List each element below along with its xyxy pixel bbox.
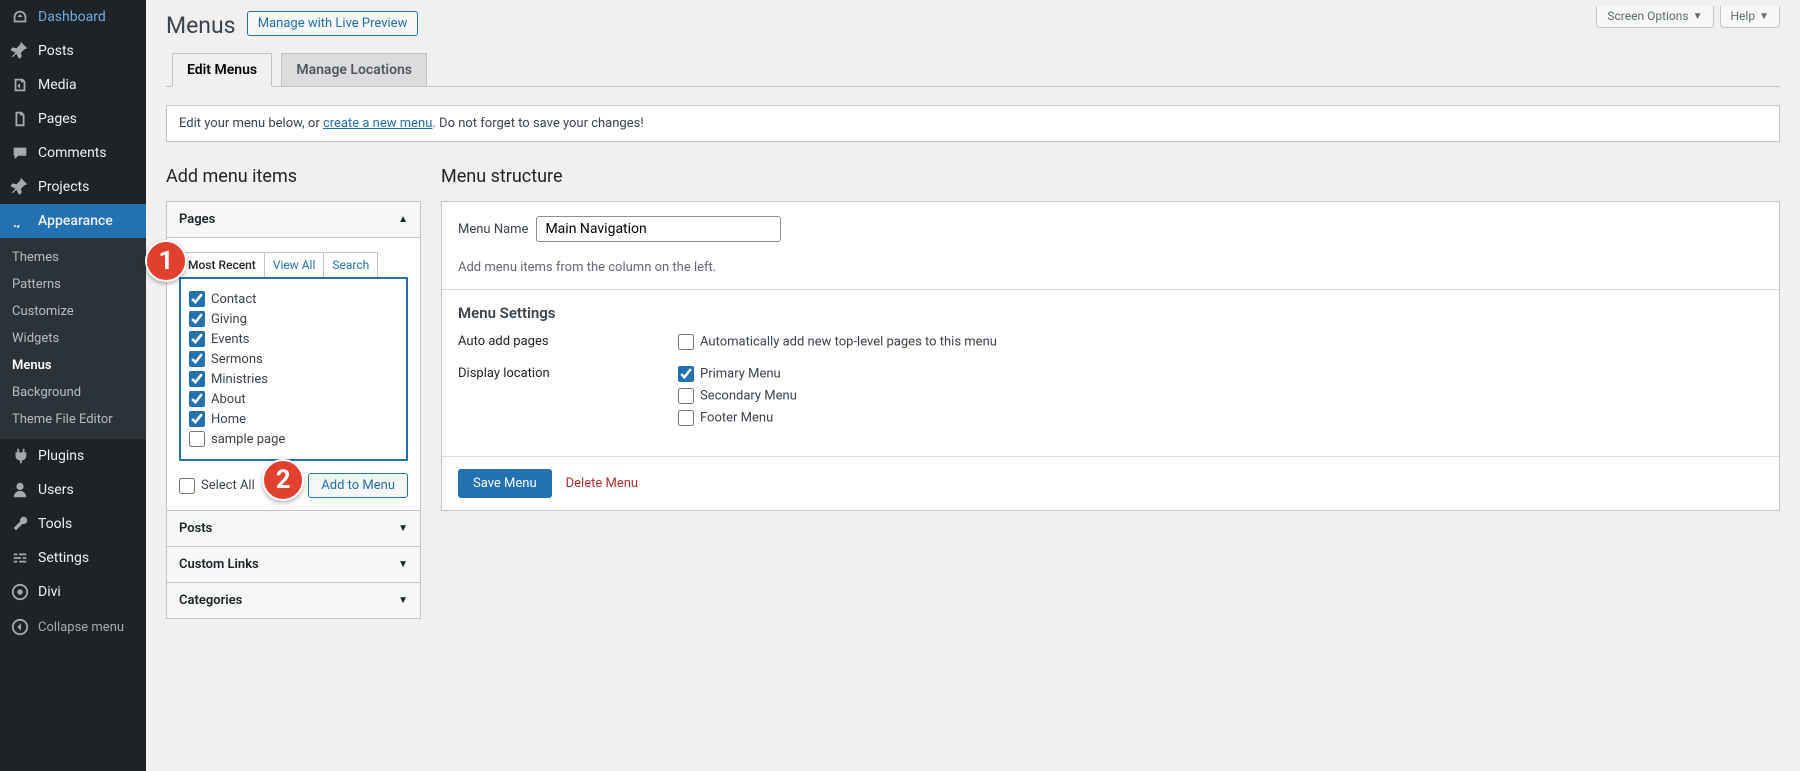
callout-badge-2: 2 bbox=[262, 459, 304, 501]
auto-add-checkbox[interactable]: Automatically add new top-level pages to… bbox=[678, 334, 997, 350]
auto-add-label: Auto add pages bbox=[458, 334, 678, 356]
sidebar-item-pages[interactable]: Pages bbox=[0, 102, 146, 136]
help-button[interactable]: Help ▼ bbox=[1720, 6, 1781, 28]
chevron-down-icon: ▼ bbox=[398, 523, 408, 534]
add-to-menu-button[interactable]: Add to Menu bbox=[308, 473, 408, 498]
wrench-icon bbox=[10, 514, 30, 534]
media-icon bbox=[10, 75, 30, 95]
page-item[interactable]: Contact bbox=[189, 289, 398, 309]
acc-cats-toggle[interactable]: Categories▼ bbox=[167, 583, 420, 618]
menu-panel: Menu Name Add menu items from the column… bbox=[441, 201, 1780, 511]
add-items-column: Add menu items Pages▲ 1 Most Recent View… bbox=[166, 160, 421, 618]
page-item[interactable]: Home bbox=[189, 409, 398, 429]
location-option[interactable]: Secondary Menu bbox=[678, 388, 797, 404]
sidebar-item-posts[interactable]: Posts bbox=[0, 34, 146, 68]
main-content: Screen Options ▼ Help ▼ Menus Manage wit… bbox=[146, 0, 1800, 771]
location-option[interactable]: Footer Menu bbox=[678, 410, 797, 426]
menu-tabs: Edit Menus Manage Locations bbox=[166, 53, 1780, 87]
location-option[interactable]: Primary Menu bbox=[678, 366, 797, 382]
chevron-down-icon: ▼ bbox=[1693, 11, 1703, 22]
filter-most-recent[interactable]: Most Recent bbox=[180, 253, 265, 277]
page-item[interactable]: Events bbox=[189, 329, 398, 349]
pin-icon bbox=[10, 41, 30, 61]
sub-themes[interactable]: Themes bbox=[0, 244, 146, 271]
page-title: Menus bbox=[166, 0, 236, 43]
filter-search[interactable]: Search bbox=[324, 253, 377, 277]
select-all[interactable]: Select All bbox=[179, 476, 255, 496]
live-preview-button[interactable]: Manage with Live Preview bbox=[247, 11, 419, 36]
pages-checklist: ContactGivingEventsSermonsMinistriesAbou… bbox=[179, 277, 408, 461]
sidebar-item-media[interactable]: Media bbox=[0, 68, 146, 102]
sub-widgets[interactable]: Widgets bbox=[0, 325, 146, 352]
pin-icon bbox=[10, 177, 30, 197]
chevron-down-icon: ▼ bbox=[1759, 11, 1769, 22]
filter-view-all[interactable]: View All bbox=[265, 253, 325, 277]
collapse-icon bbox=[10, 617, 30, 637]
callout-badge-1: 1 bbox=[145, 240, 187, 282]
menu-settings-heading: Menu Settings bbox=[458, 304, 1763, 322]
sidebar-item-plugins[interactable]: Plugins bbox=[0, 439, 146, 473]
appearance-submenu: Themes Patterns Customize Widgets Menus … bbox=[0, 238, 146, 439]
acc-pages: Pages▲ 1 Most Recent View All Search Con… bbox=[166, 201, 421, 511]
delete-menu-link[interactable]: Delete Menu bbox=[562, 470, 642, 497]
user-icon bbox=[10, 480, 30, 500]
structure-hint: Add menu items from the column on the le… bbox=[458, 260, 1763, 275]
acc-custom-toggle[interactable]: Custom Links▼ bbox=[167, 547, 420, 582]
admin-sidebar: Dashboard Posts Media Pages Comments Pro… bbox=[0, 0, 146, 771]
tab-edit-menus[interactable]: Edit Menus bbox=[172, 53, 272, 87]
create-menu-link[interactable]: create a new menu bbox=[323, 116, 432, 131]
pages-icon bbox=[10, 109, 30, 129]
sliders-icon bbox=[10, 548, 30, 568]
sub-theme-editor[interactable]: Theme File Editor bbox=[0, 406, 146, 433]
page-item[interactable]: sample page bbox=[189, 429, 398, 449]
sidebar-item-settings[interactable]: Settings bbox=[0, 541, 146, 575]
acc-posts-toggle[interactable]: Posts▼ bbox=[167, 511, 420, 546]
sidebar-item-comments[interactable]: Comments bbox=[0, 136, 146, 170]
display-location-label: Display location bbox=[458, 366, 678, 432]
acc-posts: Posts▼ bbox=[166, 510, 421, 547]
gauge-icon bbox=[10, 7, 30, 27]
page-item[interactable]: About bbox=[189, 389, 398, 409]
menu-name-input[interactable] bbox=[536, 216, 781, 242]
acc-pages-toggle[interactable]: Pages▲ bbox=[167, 202, 420, 237]
divi-icon bbox=[10, 582, 30, 602]
sidebar-item-tools[interactable]: Tools bbox=[0, 507, 146, 541]
menu-structure-column: Menu structure Menu Name Add menu items … bbox=[441, 160, 1780, 511]
edit-notice: Edit your menu below, or create a new me… bbox=[166, 105, 1780, 142]
sidebar-item-users[interactable]: Users bbox=[0, 473, 146, 507]
sub-background[interactable]: Background bbox=[0, 379, 146, 406]
add-items-heading: Add menu items bbox=[166, 166, 421, 187]
acc-custom-links: Custom Links▼ bbox=[166, 546, 421, 583]
sidebar-item-appearance[interactable]: Appearance bbox=[0, 204, 146, 238]
sidebar-item-dashboard[interactable]: Dashboard bbox=[0, 0, 146, 34]
sub-customize[interactable]: Customize bbox=[0, 298, 146, 325]
menu-name-label: Menu Name bbox=[458, 222, 528, 237]
page-item[interactable]: Sermons bbox=[189, 349, 398, 369]
page-item[interactable]: Giving bbox=[189, 309, 398, 329]
comment-icon bbox=[10, 143, 30, 163]
save-menu-button[interactable]: Save Menu bbox=[458, 469, 552, 498]
chevron-up-icon: ▲ bbox=[398, 214, 408, 225]
sidebar-item-divi[interactable]: Divi bbox=[0, 575, 146, 609]
sub-patterns[interactable]: Patterns bbox=[0, 271, 146, 298]
structure-heading: Menu structure bbox=[441, 166, 1780, 187]
sidebar-item-projects[interactable]: Projects bbox=[0, 170, 146, 204]
sub-menus[interactable]: Menus bbox=[0, 352, 146, 379]
plug-icon bbox=[10, 446, 30, 466]
screen-options-button[interactable]: Screen Options ▼ bbox=[1596, 6, 1713, 28]
chevron-down-icon: ▼ bbox=[398, 559, 408, 570]
chevron-down-icon: ▼ bbox=[398, 595, 408, 606]
page-filter-tabs: Most Recent View All Search bbox=[179, 252, 378, 277]
page-item[interactable]: Ministries bbox=[189, 369, 398, 389]
tab-manage-locations[interactable]: Manage Locations bbox=[281, 53, 427, 86]
collapse-menu[interactable]: Collapse menu bbox=[0, 609, 146, 645]
acc-categories: Categories▼ bbox=[166, 582, 421, 619]
brush-icon bbox=[10, 211, 30, 231]
